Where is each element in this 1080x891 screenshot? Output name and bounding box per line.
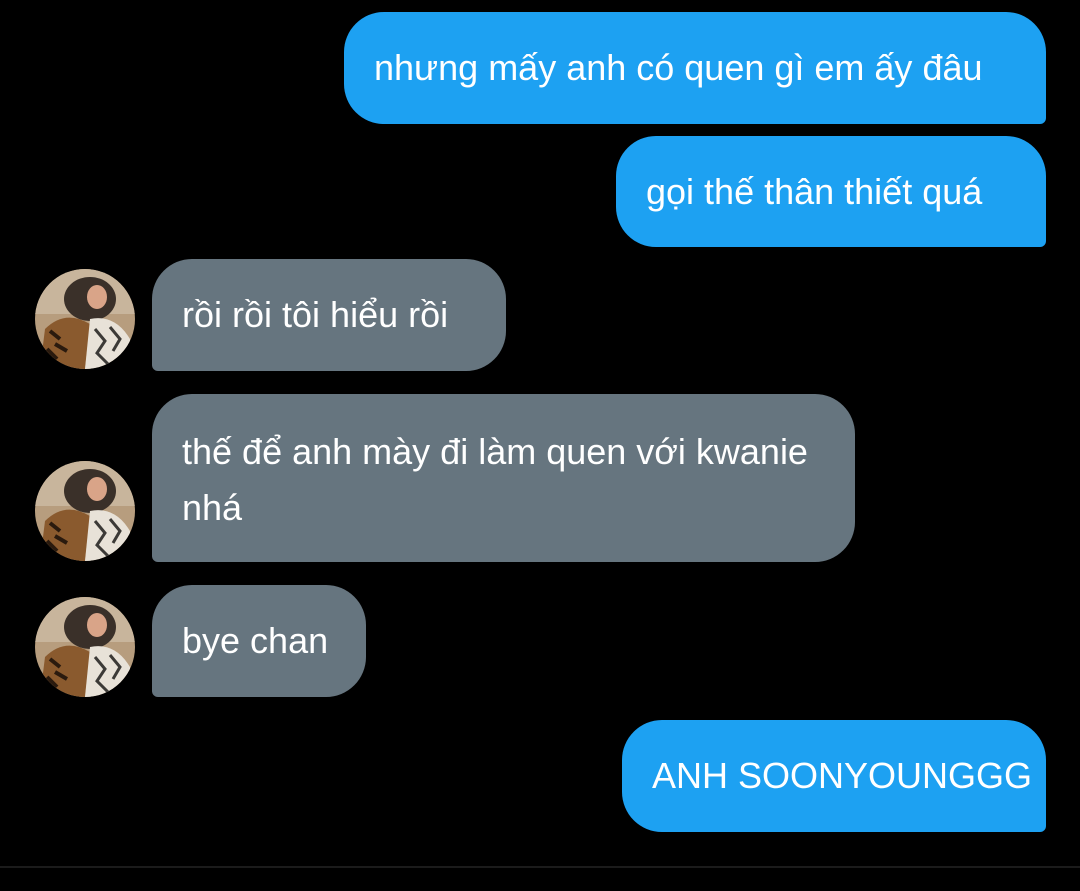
composer-area — [0, 868, 1080, 891]
message-bubble-received[interactable]: rồi rồi tôi hiểu rồi — [152, 259, 506, 371]
avatar-photo-icon — [35, 269, 135, 369]
avatar-icon[interactable] — [35, 461, 135, 561]
avatar-icon[interactable] — [35, 269, 135, 369]
message-bubble-sent[interactable]: ANH SOONYOUNGGG — [622, 720, 1046, 832]
message-thread: nhưng mấy anh có quen gì em ấy đâu gọi t… — [0, 0, 1080, 866]
avatar-photo-icon — [35, 461, 135, 561]
message-bubble-sent[interactable]: gọi thế thân thiết quá — [616, 136, 1046, 247]
avatar-icon[interactable] — [35, 597, 135, 697]
message-bubble-sent[interactable]: nhưng mấy anh có quen gì em ấy đâu — [344, 12, 1046, 124]
message-bubble-received[interactable]: bye chan — [152, 585, 366, 697]
avatar-photo-icon — [35, 597, 135, 697]
message-bubble-received[interactable]: thế để anh mày đi làm quen với kwanie nh… — [152, 394, 855, 562]
